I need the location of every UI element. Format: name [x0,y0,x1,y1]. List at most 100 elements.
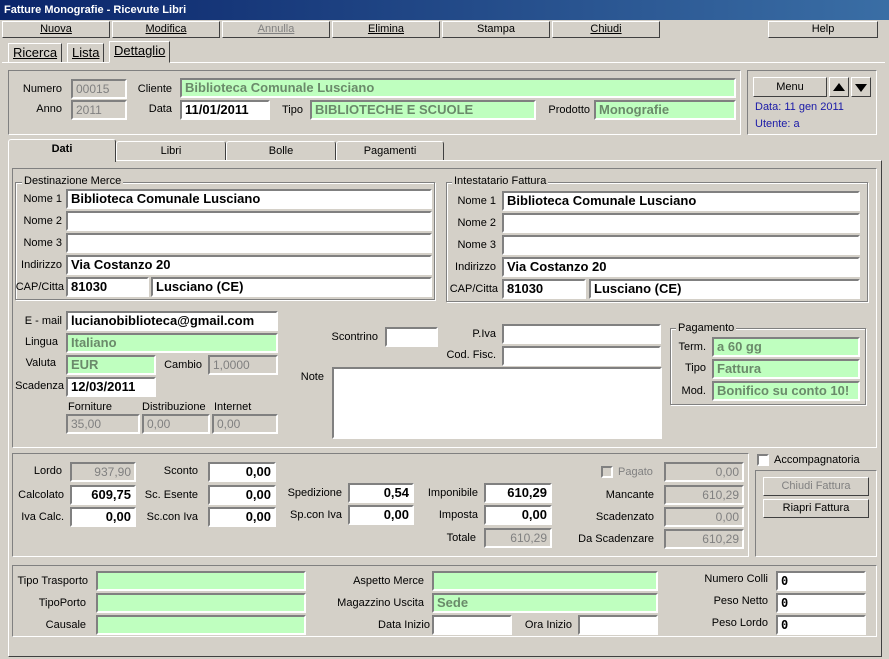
annulla-button[interactable]: Annulla [222,21,330,38]
spconiva-field[interactable]: 0,00 [348,505,414,525]
riapri-fattura-button[interactable]: Riapri Fattura [763,499,869,518]
scadenza-field[interactable]: 12/03/2011 [66,377,156,397]
scadenzato-field[interactable]: 0,00 [664,507,744,527]
pagato-field[interactable]: 0,00 [664,462,744,482]
numero-field[interactable]: 00015 [71,79,127,99]
chiudi-fattura-button[interactable]: Chiudi Fattura [763,477,869,496]
int-nome1-label: Nome 1 [457,195,496,207]
int-nome2-label: Nome 2 [457,217,496,229]
prodotto-field[interactable]: Monografie [594,100,736,120]
help-label: Help [811,23,835,35]
tipoporto-field[interactable] [96,593,306,613]
help-button[interactable]: Help [768,21,878,38]
codfisc-field[interactable] [502,346,661,366]
int-nome1-field[interactable]: Biblioteca Comunale Lusciano [502,191,860,211]
ivacalc-field[interactable]: 0,00 [70,507,136,527]
stampa-label: Stampa [477,23,515,35]
sconiva-field[interactable]: 0,00 [208,507,276,527]
cliente-field[interactable]: Biblioteca Comunale Lusciano [180,78,736,98]
tab-pagamenti[interactable]: Pagamenti [336,141,444,161]
causale-field[interactable] [96,615,306,635]
destinazione-title: Destinazione Merce [22,175,124,187]
elimina-button[interactable]: Elimina [332,21,440,38]
menu-button[interactable]: Menu [753,77,827,97]
anno-field[interactable]: 2011 [71,100,127,120]
numcolli-label: Numero Colli [704,573,768,585]
int-cap-field[interactable]: 81030 [502,279,586,299]
chiudi-button[interactable]: Chiudi [552,21,660,38]
modifica-button[interactable]: Modifica [112,21,220,38]
calcolato-field[interactable]: 609,75 [70,485,136,505]
valuta-label: Valuta [25,357,56,369]
dest-nome1-field[interactable]: Biblioteca Comunale Lusciano [66,189,432,209]
lordo-field[interactable]: 937,90 [70,462,136,482]
data-field[interactable]: 11/01/2011 [180,100,270,120]
numcolli-field[interactable]: 0 [776,571,866,591]
mod-label: Mod. [681,385,706,397]
nuova-button[interactable]: Nuova [2,21,110,38]
pesonetto-field[interactable]: 0 [776,593,866,613]
piva-field[interactable] [502,324,661,344]
aspetto-field[interactable] [432,571,658,591]
forniture-field[interactable]: 35,00 [66,414,140,434]
accompagnatoria-checkbox[interactable] [757,454,769,466]
note-field[interactable] [332,367,662,439]
riapri-fattura-label: Riapri Fattura [782,502,850,514]
pag-tipo-field[interactable]: Fattura [712,359,860,379]
mancante-field[interactable]: 610,29 [664,485,744,505]
totale-field[interactable]: 610,29 [484,528,552,548]
dest-indirizzo-label: Indirizzo [21,259,62,271]
dest-nome3-field[interactable] [66,233,432,253]
tab-libri[interactable]: Libri [116,141,226,161]
imposta-field[interactable]: 0,00 [484,505,552,525]
int-citta-field[interactable]: Lusciano (CE) [589,279,860,299]
pagato-checkbox[interactable] [601,466,613,478]
scontrino-field[interactable] [385,327,438,347]
scesente-field[interactable]: 0,00 [208,485,276,505]
int-nome2-field[interactable] [502,213,860,233]
orainizio-field[interactable] [578,615,658,635]
anno-label: Anno [36,103,62,115]
dest-cap-field[interactable]: 81030 [66,277,149,297]
dest-citta-field[interactable]: Lusciano (CE) [151,277,432,297]
tab-dati[interactable]: Dati [8,139,116,162]
int-indirizzo-field[interactable]: Via Costanzo 20 [502,257,860,277]
valuta-field[interactable]: EUR [66,355,156,375]
tab-lista[interactable]: Lista [67,43,105,63]
dascadenzare-field[interactable]: 610,29 [664,529,744,549]
term-field[interactable]: a 60 gg [712,337,860,357]
internet-field[interactable]: 0,00 [212,414,278,434]
email-field[interactable]: lucianobiblioteca@gmail.com [66,311,278,331]
imponibile-field[interactable]: 610,29 [484,483,552,503]
arrow-up-button[interactable] [829,77,849,97]
mod-field[interactable]: Bonifico su conto 10! [712,381,860,401]
dest-nome2-field[interactable] [66,211,432,231]
tipoporto-label: TipoPorto [38,597,86,609]
accompagnatoria-label: Accompagnatoria [774,454,860,466]
spconiva-label: Sp.con Iva [290,509,342,521]
lingua-field[interactable]: Italiano [66,333,278,353]
int-nome3-label: Nome 3 [457,239,496,251]
cambio-field[interactable]: 1,0000 [208,355,278,375]
chiudi-label: Chiudi [590,23,622,35]
magazzino-field[interactable]: Sede [432,593,658,613]
pesolordo-field[interactable]: 0 [776,615,866,635]
tipotrasporto-label: Tipo Trasporto [17,575,88,587]
dest-indirizzo-field[interactable]: Via Costanzo 20 [66,255,432,275]
tab-bolle[interactable]: Bolle [226,141,336,161]
tipo-field[interactable]: BIBLIOTECHE E SCUOLE [310,100,536,120]
tab-dettaglio[interactable]: Dettaglio [109,41,171,63]
sconto-field[interactable]: 0,00 [208,462,276,482]
tab-ricerca[interactable]: Ricerca [8,43,63,63]
spedizione-field[interactable]: 0,54 [348,483,414,503]
stampa-button[interactable]: Stampa [442,21,550,38]
int-nome3-field[interactable] [502,235,860,255]
distribuzione-field[interactable]: 0,00 [142,414,210,434]
distribuzione-label: Distribuzione [142,401,206,413]
datainizio-field[interactable] [432,615,512,635]
tipotrasporto-field[interactable] [96,571,306,591]
email-label: E - mail [24,315,62,327]
arrow-down-button[interactable] [851,77,871,97]
scesente-label: Sc. Esente [144,489,198,501]
aspetto-label: Aspetto Merce [353,575,424,587]
